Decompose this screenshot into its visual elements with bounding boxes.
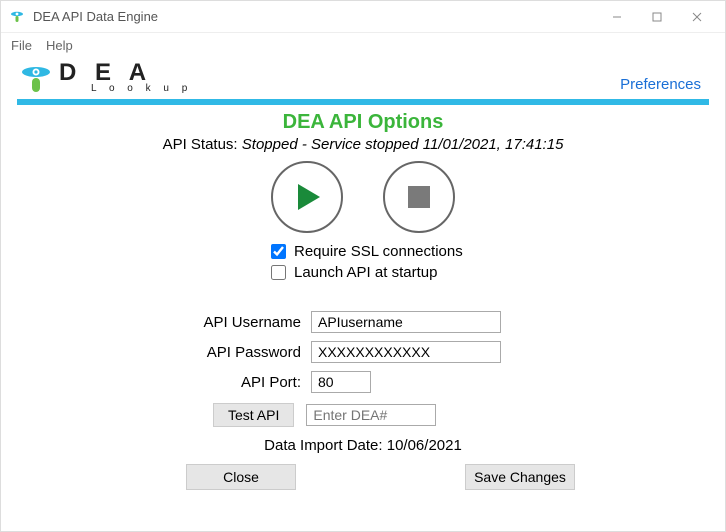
launch-startup-checkbox[interactable] xyxy=(271,265,286,280)
close-window-button[interactable] xyxy=(677,3,717,31)
app-icon xyxy=(9,9,25,25)
password-input[interactable] xyxy=(311,341,501,363)
api-status-label: API Status: xyxy=(163,136,238,153)
window-controls xyxy=(597,3,717,31)
require-ssl-label: Require SSL connections xyxy=(294,243,463,260)
menubar: File Help xyxy=(1,33,725,57)
service-controls xyxy=(1,161,725,233)
menu-help[interactable]: Help xyxy=(46,38,73,53)
bottom-buttons: Close Save Changes xyxy=(1,464,725,490)
password-label: API Password xyxy=(1,344,301,361)
divider-bar xyxy=(17,99,709,105)
launch-startup-row[interactable]: Launch API at startup xyxy=(271,264,437,281)
test-row: Test API xyxy=(1,403,725,427)
launch-startup-label: Launch API at startup xyxy=(294,264,437,281)
save-changes-button[interactable]: Save Changes xyxy=(465,464,575,490)
require-ssl-row[interactable]: Require SSL connections xyxy=(271,243,463,260)
titlebar: DEA API Data Engine xyxy=(1,1,725,33)
stop-icon xyxy=(405,183,433,211)
import-date-value: 10/06/2021 xyxy=(387,437,462,454)
import-date-row: Data Import Date: 10/06/2021 xyxy=(1,437,725,454)
maximize-button[interactable] xyxy=(637,3,677,31)
username-label: API Username xyxy=(1,314,301,331)
api-status-value: Stopped - Service stopped 11/01/2021, 17… xyxy=(242,136,564,153)
username-input[interactable] xyxy=(311,311,501,333)
port-label: API Port: xyxy=(1,374,301,391)
options-checkboxes: Require SSL connections Launch API at st… xyxy=(1,243,725,281)
stop-button[interactable] xyxy=(383,161,455,233)
play-icon xyxy=(290,180,324,214)
minimize-button[interactable] xyxy=(597,3,637,31)
test-api-button[interactable]: Test API xyxy=(213,403,294,427)
dea-number-input[interactable] xyxy=(306,404,436,426)
brand-logo: D E A L o o k u p xyxy=(19,61,192,95)
menu-file[interactable]: File xyxy=(11,38,32,53)
preferences-link[interactable]: Preferences xyxy=(620,76,707,95)
port-input[interactable] xyxy=(311,371,371,393)
api-status-row: API Status: Stopped - Service stopped 11… xyxy=(1,136,725,153)
page-heading: DEA API Options xyxy=(1,111,725,134)
brand-main: D E A xyxy=(59,62,192,84)
window-title: DEA API Data Engine xyxy=(33,9,597,24)
require-ssl-checkbox[interactable] xyxy=(271,244,286,259)
start-button[interactable] xyxy=(271,161,343,233)
logo-row: D E A L o o k u p Preferences xyxy=(1,57,725,95)
import-date-label: Data Import Date: xyxy=(264,437,382,454)
api-form: API Username API Password API Port: xyxy=(1,311,725,393)
close-button[interactable]: Close xyxy=(186,464,296,490)
